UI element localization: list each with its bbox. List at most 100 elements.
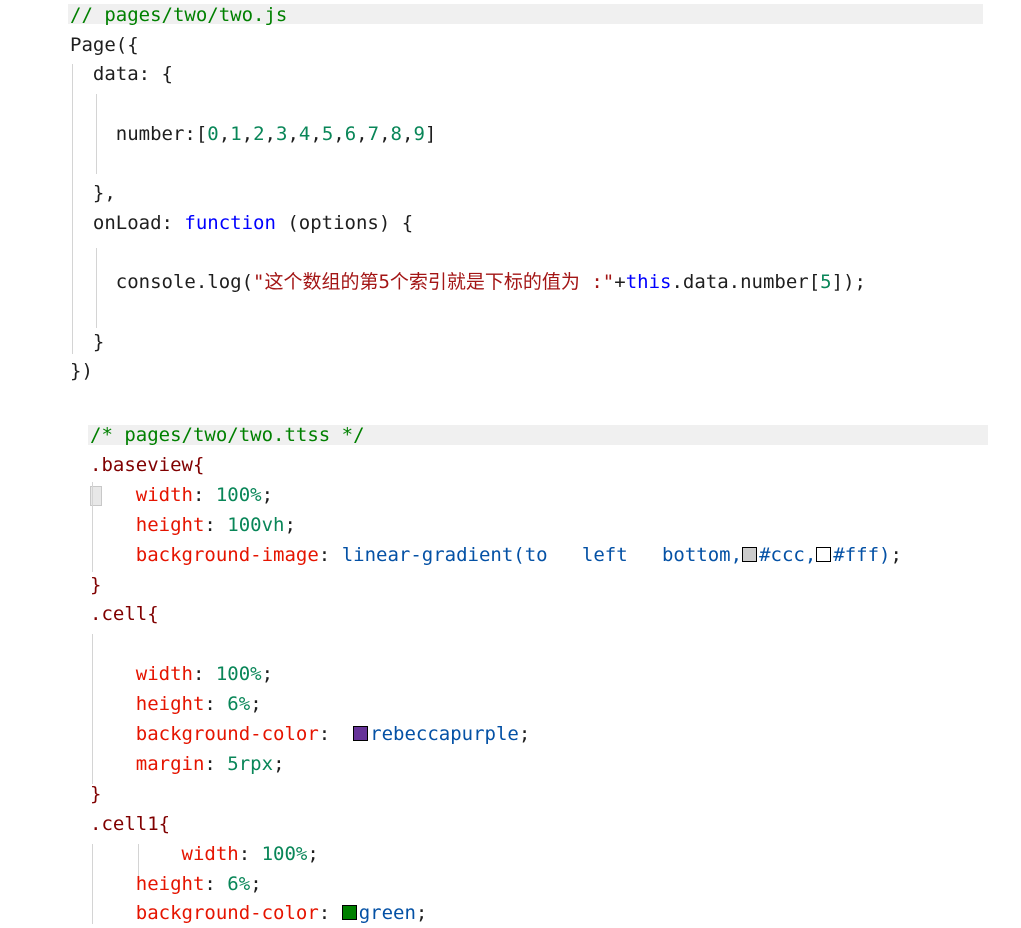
code-line[interactable]: } [70, 327, 104, 357]
code-token: ; [273, 752, 285, 775]
code-token: : [204, 513, 228, 536]
code-token: .data.number[ [671, 271, 821, 294]
code-token: .cell1{ [90, 812, 171, 835]
code-token: background-image [135, 543, 319, 566]
code-token: , [356, 122, 368, 145]
code-line[interactable]: console.log("这个数组的第5个索引就是下标的值为 :"+this.d… [70, 267, 866, 297]
code-token: : [204, 752, 228, 775]
code-token: } [90, 573, 102, 596]
code-token: rebeccapurple [370, 723, 519, 745]
color-swatch-icon[interactable] [341, 905, 357, 921]
code-token: 9 [413, 122, 425, 145]
code-token: } [70, 330, 105, 353]
code-line[interactable]: width: 100%; [90, 659, 273, 689]
code-token: + [614, 271, 626, 294]
code-token: 5 [321, 122, 334, 145]
code-token: function [184, 211, 276, 234]
code-line[interactable]: } [90, 570, 101, 600]
code-token: : [192, 663, 216, 686]
code-token: onLoad: [70, 211, 185, 234]
code-line[interactable]: }) [70, 356, 93, 386]
code-line[interactable]: // pages/two/two.js [70, 0, 287, 30]
code-token: width [181, 842, 239, 865]
code-line[interactable]: number:[0,1,2,3,4,5,6,7,8,9] [70, 119, 437, 149]
code-token: 100% [261, 842, 308, 865]
code-token: 4 [298, 122, 311, 145]
code-token: background-color [135, 723, 319, 745]
css-editor-pane[interactable]: /* pages/two/two.ttss */ .baseview{ width… [0, 420, 1021, 924]
code-line[interactable]: width: 100%; [90, 480, 273, 510]
code-token: // pages/two/two.js [70, 4, 288, 26]
code-token: linear-gradient(to left bottom, [341, 543, 743, 566]
code-line[interactable]: height: 100vh; [90, 510, 296, 540]
code-token: 5rpx [227, 752, 274, 775]
code-token: , [287, 122, 299, 145]
js-editor-pane[interactable]: // pages/two/two.js Page({ data: { number… [0, 0, 1021, 390]
code-token: 7 [367, 122, 380, 145]
code-line[interactable]: } [90, 779, 101, 809]
code-line[interactable]: height: 6%; [90, 869, 262, 899]
code-token: } [90, 782, 102, 805]
code-line[interactable]: }, [70, 178, 116, 208]
code-token: : [318, 723, 354, 745]
code-line[interactable]: onLoad: function (options) { [70, 208, 413, 238]
code-token: green [358, 902, 416, 925]
code-token: : [318, 902, 342, 925]
code-token: : [238, 842, 262, 865]
color-swatch-icon[interactable] [816, 546, 832, 562]
code-token: background-color [135, 902, 319, 925]
code-line[interactable]: background-color: rebeccapurple; [90, 719, 531, 749]
code-token: ] [424, 122, 437, 145]
code-token: , [333, 122, 345, 145]
code-token: 1 [230, 122, 242, 145]
code-line[interactable]: background-color: green; [90, 898, 428, 928]
code-token: width [135, 663, 193, 686]
code-token: .cell{ [90, 603, 159, 626]
code-line[interactable]: width: 100%; [90, 839, 319, 869]
code-token: , [218, 122, 231, 145]
code-token: 100vh [227, 513, 285, 536]
code-token: }) [70, 360, 93, 383]
code-token: , [310, 122, 322, 145]
code-token: ; [261, 483, 274, 506]
code-token: 6% [227, 693, 251, 716]
code-token: 100% [215, 663, 262, 686]
code-line[interactable]: background-image: linear-gradient(to lef… [90, 540, 902, 570]
code-token: 2 [253, 122, 265, 145]
code-token: "这个数组的第5个索引就是下标的值为 :" [253, 271, 615, 294]
code-token: : [318, 543, 342, 566]
code-token: 5 [820, 271, 832, 294]
code-line[interactable]: Page({ [70, 30, 139, 60]
code-line[interactable]: /* pages/two/two.ttss */ [90, 420, 365, 450]
code-line[interactable]: data: { [70, 59, 173, 89]
code-token: #ccc, [759, 543, 817, 566]
code-token: 100% [215, 483, 262, 506]
code-token: : [204, 693, 228, 716]
code-token: number:[ [70, 122, 208, 145]
code-token: /* pages/two/two.ttss */ [90, 424, 365, 446]
code-token: width [135, 483, 193, 506]
code-token: Page({ [70, 33, 139, 56]
code-line[interactable]: .cell{ [90, 599, 159, 629]
code-token: 6% [227, 872, 251, 895]
code-line[interactable]: .cell1{ [90, 809, 170, 839]
code-token: ]); [831, 271, 866, 294]
code-line[interactable]: margin: 5rpx; [90, 749, 285, 779]
code-token: , [401, 122, 414, 145]
color-swatch-icon[interactable] [353, 726, 369, 741]
color-swatch-icon[interactable] [742, 546, 758, 562]
code-line[interactable]: height: 6%; [90, 689, 262, 719]
code-token: , [264, 122, 276, 145]
code-token: this [625, 271, 672, 294]
code-token: height [135, 872, 205, 895]
code-token: 3 [276, 122, 288, 145]
code-line[interactable]: .baseview{ [90, 450, 204, 480]
